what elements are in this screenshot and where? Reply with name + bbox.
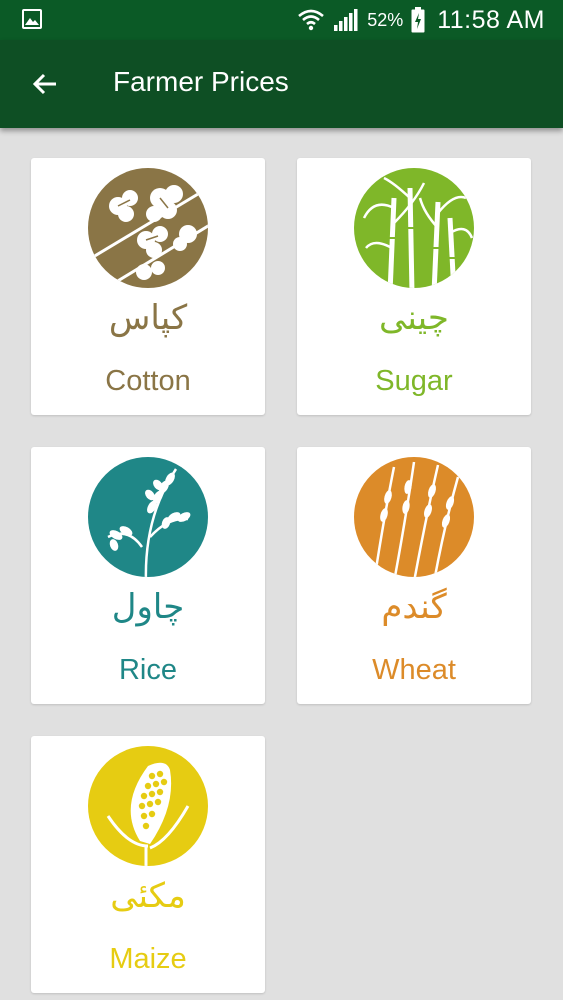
battery-percent: 52% — [367, 9, 404, 30]
sugarcane-icon — [354, 168, 474, 288]
page-title: Farmer Prices — [113, 66, 289, 97]
battery-icon — [411, 7, 425, 33]
crop-name: Cotton — [105, 365, 191, 397]
wheat-icon — [354, 457, 474, 577]
crop-urdu-name: مکئی — [110, 876, 186, 916]
rice-icon — [88, 457, 208, 577]
signal-icon — [334, 9, 358, 31]
arrow-back-icon[interactable] — [28, 66, 64, 102]
status-time: 11:58 AM — [437, 5, 545, 34]
crop-urdu-name: گندم — [381, 587, 447, 627]
crop-name: Rice — [118, 654, 177, 686]
crop-name: Wheat — [372, 654, 456, 686]
maize-icon — [88, 746, 208, 866]
crop-card-cotton[interactable]: کپاس Cotton — [31, 158, 265, 415]
crop-name: Maize — [109, 943, 187, 975]
crop-urdu-name: چاول — [111, 587, 185, 627]
gallery-icon — [22, 9, 42, 29]
crop-name: Sugar — [375, 365, 453, 397]
crop-card-rice[interactable]: چاول Rice — [31, 447, 265, 704]
crop-urdu-name: چینی — [379, 298, 449, 338]
status-bar: 52% 11:58 AM — [0, 0, 563, 40]
app-bar: Farmer Prices — [0, 40, 563, 128]
wifi-icon — [298, 9, 325, 31]
crop-urdu-name: کپاس — [108, 298, 188, 338]
crop-card-maize[interactable]: مکئی Maize — [31, 736, 265, 993]
crop-card-sugar[interactable]: چینی Sugar — [297, 158, 531, 415]
cotton-icon — [88, 168, 208, 288]
crop-card-wheat[interactable]: گندم Wheat — [297, 447, 531, 704]
